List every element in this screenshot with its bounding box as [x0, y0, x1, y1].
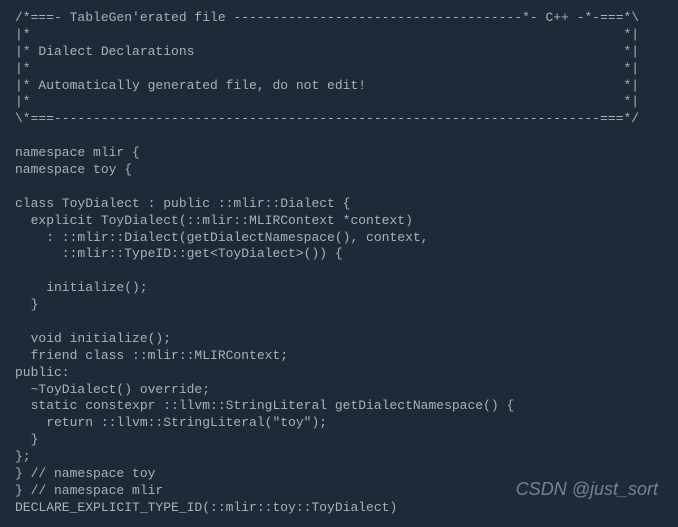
code-line: void initialize();: [15, 331, 171, 346]
code-editor: /*===- TableGen'erated file ------------…: [0, 0, 678, 527]
code-line: [15, 263, 46, 278]
code-line: initialize();: [15, 280, 148, 295]
code-line: class ToyDialect : public ::mlir::Dialec…: [15, 196, 350, 211]
code-line: \*===-----------------------------------…: [15, 111, 639, 126]
code-line: |* Automatically generated file, do not …: [15, 78, 639, 93]
watermark-text: CSDN @just_sort: [516, 478, 658, 501]
code-line: } // namespace mlir: [15, 483, 163, 498]
code-line: |* *|: [15, 94, 639, 109]
code-line: namespace mlir {: [15, 145, 140, 160]
code-line: }: [15, 297, 38, 312]
code-line: public:: [15, 365, 70, 380]
code-line: /*===- TableGen'erated file ------------…: [15, 10, 639, 25]
code-line: explicit ToyDialect(::mlir::MLIRContext …: [15, 213, 413, 228]
code-line: friend class ::mlir::MLIRContext;: [15, 348, 288, 363]
code-line: }: [15, 432, 38, 447]
code-line: namespace toy {: [15, 162, 132, 177]
code-line: ~ToyDialect() override;: [15, 382, 210, 397]
code-line: static constexpr ::llvm::StringLiteral g…: [15, 398, 514, 413]
code-line: ::mlir::TypeID::get<ToyDialect>()) {: [15, 246, 343, 261]
code-line: };: [15, 449, 31, 464]
code-line: |* *|: [15, 27, 639, 42]
code-line: |* Dialect Declarations *|: [15, 44, 639, 59]
code-line: return ::llvm::StringLiteral("toy");: [15, 415, 327, 430]
code-line: : ::mlir::Dialect(getDialectNamespace(),…: [15, 230, 428, 245]
code-line: } // namespace toy: [15, 466, 155, 481]
code-line: DECLARE_EXPLICIT_TYPE_ID(::mlir::toy::To…: [15, 500, 397, 515]
code-line: |* *|: [15, 61, 639, 76]
